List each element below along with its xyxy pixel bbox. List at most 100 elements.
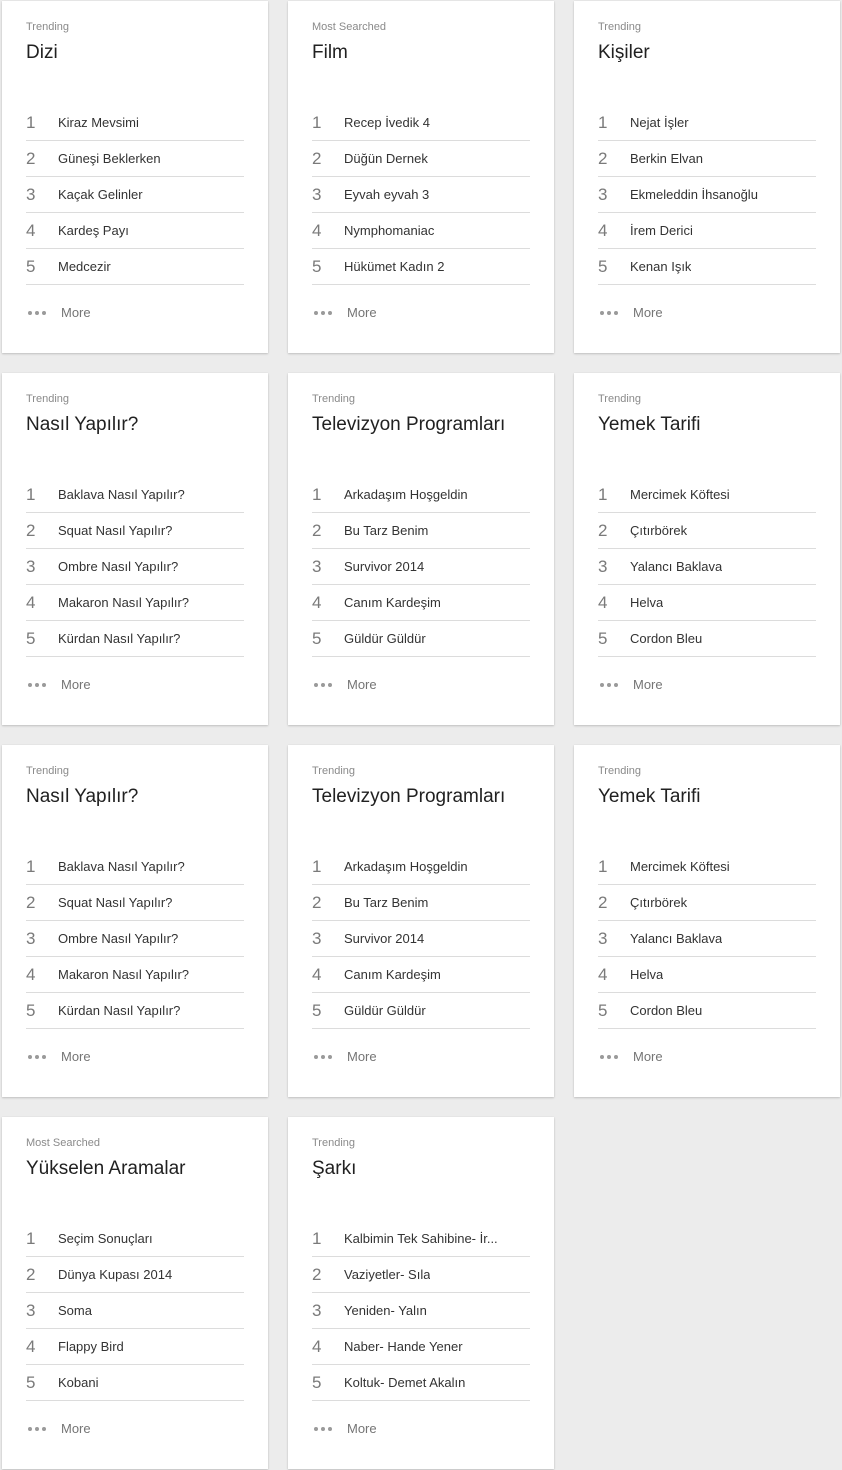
item-label[interactable]: Naber- Hande Yener xyxy=(344,1339,463,1355)
item-label[interactable]: Kaçak Gelinler xyxy=(58,187,143,203)
item-label[interactable]: Mercimek Köftesi xyxy=(630,487,730,503)
item-label[interactable]: Cordon Bleu xyxy=(630,631,702,647)
item-label[interactable]: Baklava Nasıl Yapılır? xyxy=(58,859,185,875)
item-label[interactable]: Ombre Nasıl Yapılır? xyxy=(58,931,178,947)
item-label[interactable]: Ekmeleddin İhsanoğlu xyxy=(630,187,758,203)
more-label[interactable]: More xyxy=(61,305,91,320)
more-label[interactable]: More xyxy=(347,1421,377,1436)
item-label[interactable]: Mercimek Köftesi xyxy=(630,859,730,875)
card-title[interactable]: Yükselen Aramalar xyxy=(26,1157,185,1181)
item-label[interactable]: Ombre Nasıl Yapılır? xyxy=(58,559,178,575)
list-item[interactable]: 5 Güldür Güldür xyxy=(312,621,530,657)
more-button[interactable]: More xyxy=(28,1049,91,1064)
list-item[interactable]: 2 Squat Nasıl Yapılır? xyxy=(26,513,244,549)
list-item[interactable]: 1 Mercimek Köftesi xyxy=(598,477,816,513)
item-label[interactable]: Arkadaşım Hoşgeldin xyxy=(344,859,468,875)
list-item[interactable]: 1 Seçim Sonuçları xyxy=(26,1221,244,1257)
list-item[interactable]: 2 Bu Tarz Benim xyxy=(312,885,530,921)
list-item[interactable]: 3 Kaçak Gelinler xyxy=(26,177,244,213)
item-label[interactable]: Yalancı Baklava xyxy=(630,559,722,575)
item-label[interactable]: Flappy Bird xyxy=(58,1339,124,1355)
list-item[interactable]: 5 Medcezir xyxy=(26,249,244,285)
list-item[interactable]: 4 Flappy Bird xyxy=(26,1329,244,1365)
item-label[interactable]: Makaron Nasıl Yapılır? xyxy=(58,595,189,611)
item-label[interactable]: Squat Nasıl Yapılır? xyxy=(58,895,172,911)
list-item[interactable]: 5 Cordon Bleu xyxy=(598,993,816,1029)
item-label[interactable]: Canım Kardeşim xyxy=(344,967,441,983)
item-label[interactable]: Güldür Güldür xyxy=(344,631,426,647)
item-label[interactable]: İrem Derici xyxy=(630,223,693,239)
list-item[interactable]: 3 Survivor 2014 xyxy=(312,549,530,585)
item-label[interactable]: Kürdan Nasıl Yapılır? xyxy=(58,1003,180,1019)
list-item[interactable]: 1 Arkadaşım Hoşgeldin xyxy=(312,477,530,513)
list-item[interactable]: 3 Yalancı Baklava xyxy=(598,921,816,957)
item-label[interactable]: Kenan Işık xyxy=(630,259,691,275)
item-label[interactable]: Helva xyxy=(630,967,663,983)
item-label[interactable]: Koltuk- Demet Akalın xyxy=(344,1375,465,1391)
item-label[interactable]: Seçim Sonuçları xyxy=(58,1231,153,1247)
item-label[interactable]: Dünya Kupası 2014 xyxy=(58,1267,172,1283)
list-item[interactable]: 2 Squat Nasıl Yapılır? xyxy=(26,885,244,921)
more-button[interactable]: More xyxy=(600,677,663,692)
more-label[interactable]: More xyxy=(61,1421,91,1436)
item-label[interactable]: Helva xyxy=(630,595,663,611)
item-label[interactable]: Medcezir xyxy=(58,259,111,275)
list-item[interactable]: 2 Çıtırbörek xyxy=(598,513,816,549)
card-title[interactable]: Kişiler xyxy=(598,41,650,65)
item-label[interactable]: Kalbimin Tek Sahibine- İr... xyxy=(344,1231,498,1247)
list-item[interactable]: 2 Bu Tarz Benim xyxy=(312,513,530,549)
more-button[interactable]: More xyxy=(314,305,377,320)
item-label[interactable]: Nejat İşler xyxy=(630,115,689,131)
list-item[interactable]: 5 Kürdan Nasıl Yapılır? xyxy=(26,621,244,657)
item-label[interactable]: Canım Kardeşim xyxy=(344,595,441,611)
list-item[interactable]: 4 Nymphomaniac xyxy=(312,213,530,249)
list-item[interactable]: 2 Güneşi Beklerken xyxy=(26,141,244,177)
item-label[interactable]: Arkadaşım Hoşgeldin xyxy=(344,487,468,503)
more-label[interactable]: More xyxy=(61,677,91,692)
item-label[interactable]: Güneşi Beklerken xyxy=(58,151,161,167)
item-label[interactable]: Çıtırbörek xyxy=(630,523,687,539)
list-item[interactable]: 3 Ekmeleddin İhsanoğlu xyxy=(598,177,816,213)
list-item[interactable]: 3 Yalancı Baklava xyxy=(598,549,816,585)
list-item[interactable]: 3 Soma xyxy=(26,1293,244,1329)
list-item[interactable]: 5 Kenan Işık xyxy=(598,249,816,285)
list-item[interactable]: 2 Berkin Elvan xyxy=(598,141,816,177)
list-item[interactable]: 1 Baklava Nasıl Yapılır? xyxy=(26,849,244,885)
list-item[interactable]: 1 Kiraz Mevsimi xyxy=(26,105,244,141)
item-label[interactable]: Survivor 2014 xyxy=(344,931,424,947)
card-title[interactable]: Dizi xyxy=(26,41,58,65)
list-item[interactable]: 4 Helva xyxy=(598,585,816,621)
card-title[interactable]: Nasıl Yapılır? xyxy=(26,785,138,809)
more-button[interactable]: More xyxy=(600,1049,663,1064)
list-item[interactable]: 3 Eyvah eyvah 3 xyxy=(312,177,530,213)
item-label[interactable]: Cordon Bleu xyxy=(630,1003,702,1019)
list-item[interactable]: 5 Cordon Bleu xyxy=(598,621,816,657)
list-item[interactable]: 5 Koltuk- Demet Akalın xyxy=(312,1365,530,1401)
item-label[interactable]: Makaron Nasıl Yapılır? xyxy=(58,967,189,983)
item-label[interactable]: Yalancı Baklava xyxy=(630,931,722,947)
more-label[interactable]: More xyxy=(633,677,663,692)
list-item[interactable]: 5 Hükümet Kadın 2 xyxy=(312,249,530,285)
list-item[interactable]: 5 Kobani xyxy=(26,1365,244,1401)
more-button[interactable]: More xyxy=(314,1049,377,1064)
card-title[interactable]: Nasıl Yapılır? xyxy=(26,413,138,437)
item-label[interactable]: Kiraz Mevsimi xyxy=(58,115,139,131)
list-item[interactable]: 4 Canım Kardeşim xyxy=(312,585,530,621)
list-item[interactable]: 4 Kardeş Payı xyxy=(26,213,244,249)
item-label[interactable]: Eyvah eyvah 3 xyxy=(344,187,429,203)
card-title[interactable]: Film xyxy=(312,41,348,65)
more-label[interactable]: More xyxy=(347,677,377,692)
list-item[interactable]: 2 Vaziyetler- Sıla xyxy=(312,1257,530,1293)
list-item[interactable]: 1 Baklava Nasıl Yapılır? xyxy=(26,477,244,513)
more-button[interactable]: More xyxy=(28,1421,91,1436)
item-label[interactable]: Yeniden- Yalın xyxy=(344,1303,427,1319)
list-item[interactable]: 2 Düğün Dernek xyxy=(312,141,530,177)
list-item[interactable]: 2 Dünya Kupası 2014 xyxy=(26,1257,244,1293)
item-label[interactable]: Nymphomaniac xyxy=(344,223,434,239)
list-item[interactable]: 1 Arkadaşım Hoşgeldin xyxy=(312,849,530,885)
item-label[interactable]: Baklava Nasıl Yapılır? xyxy=(58,487,185,503)
item-label[interactable]: Düğün Dernek xyxy=(344,151,428,167)
item-label[interactable]: Vaziyetler- Sıla xyxy=(344,1267,430,1283)
card-title[interactable]: Şarkı xyxy=(312,1157,356,1181)
list-item[interactable]: 4 Makaron Nasıl Yapılır? xyxy=(26,585,244,621)
